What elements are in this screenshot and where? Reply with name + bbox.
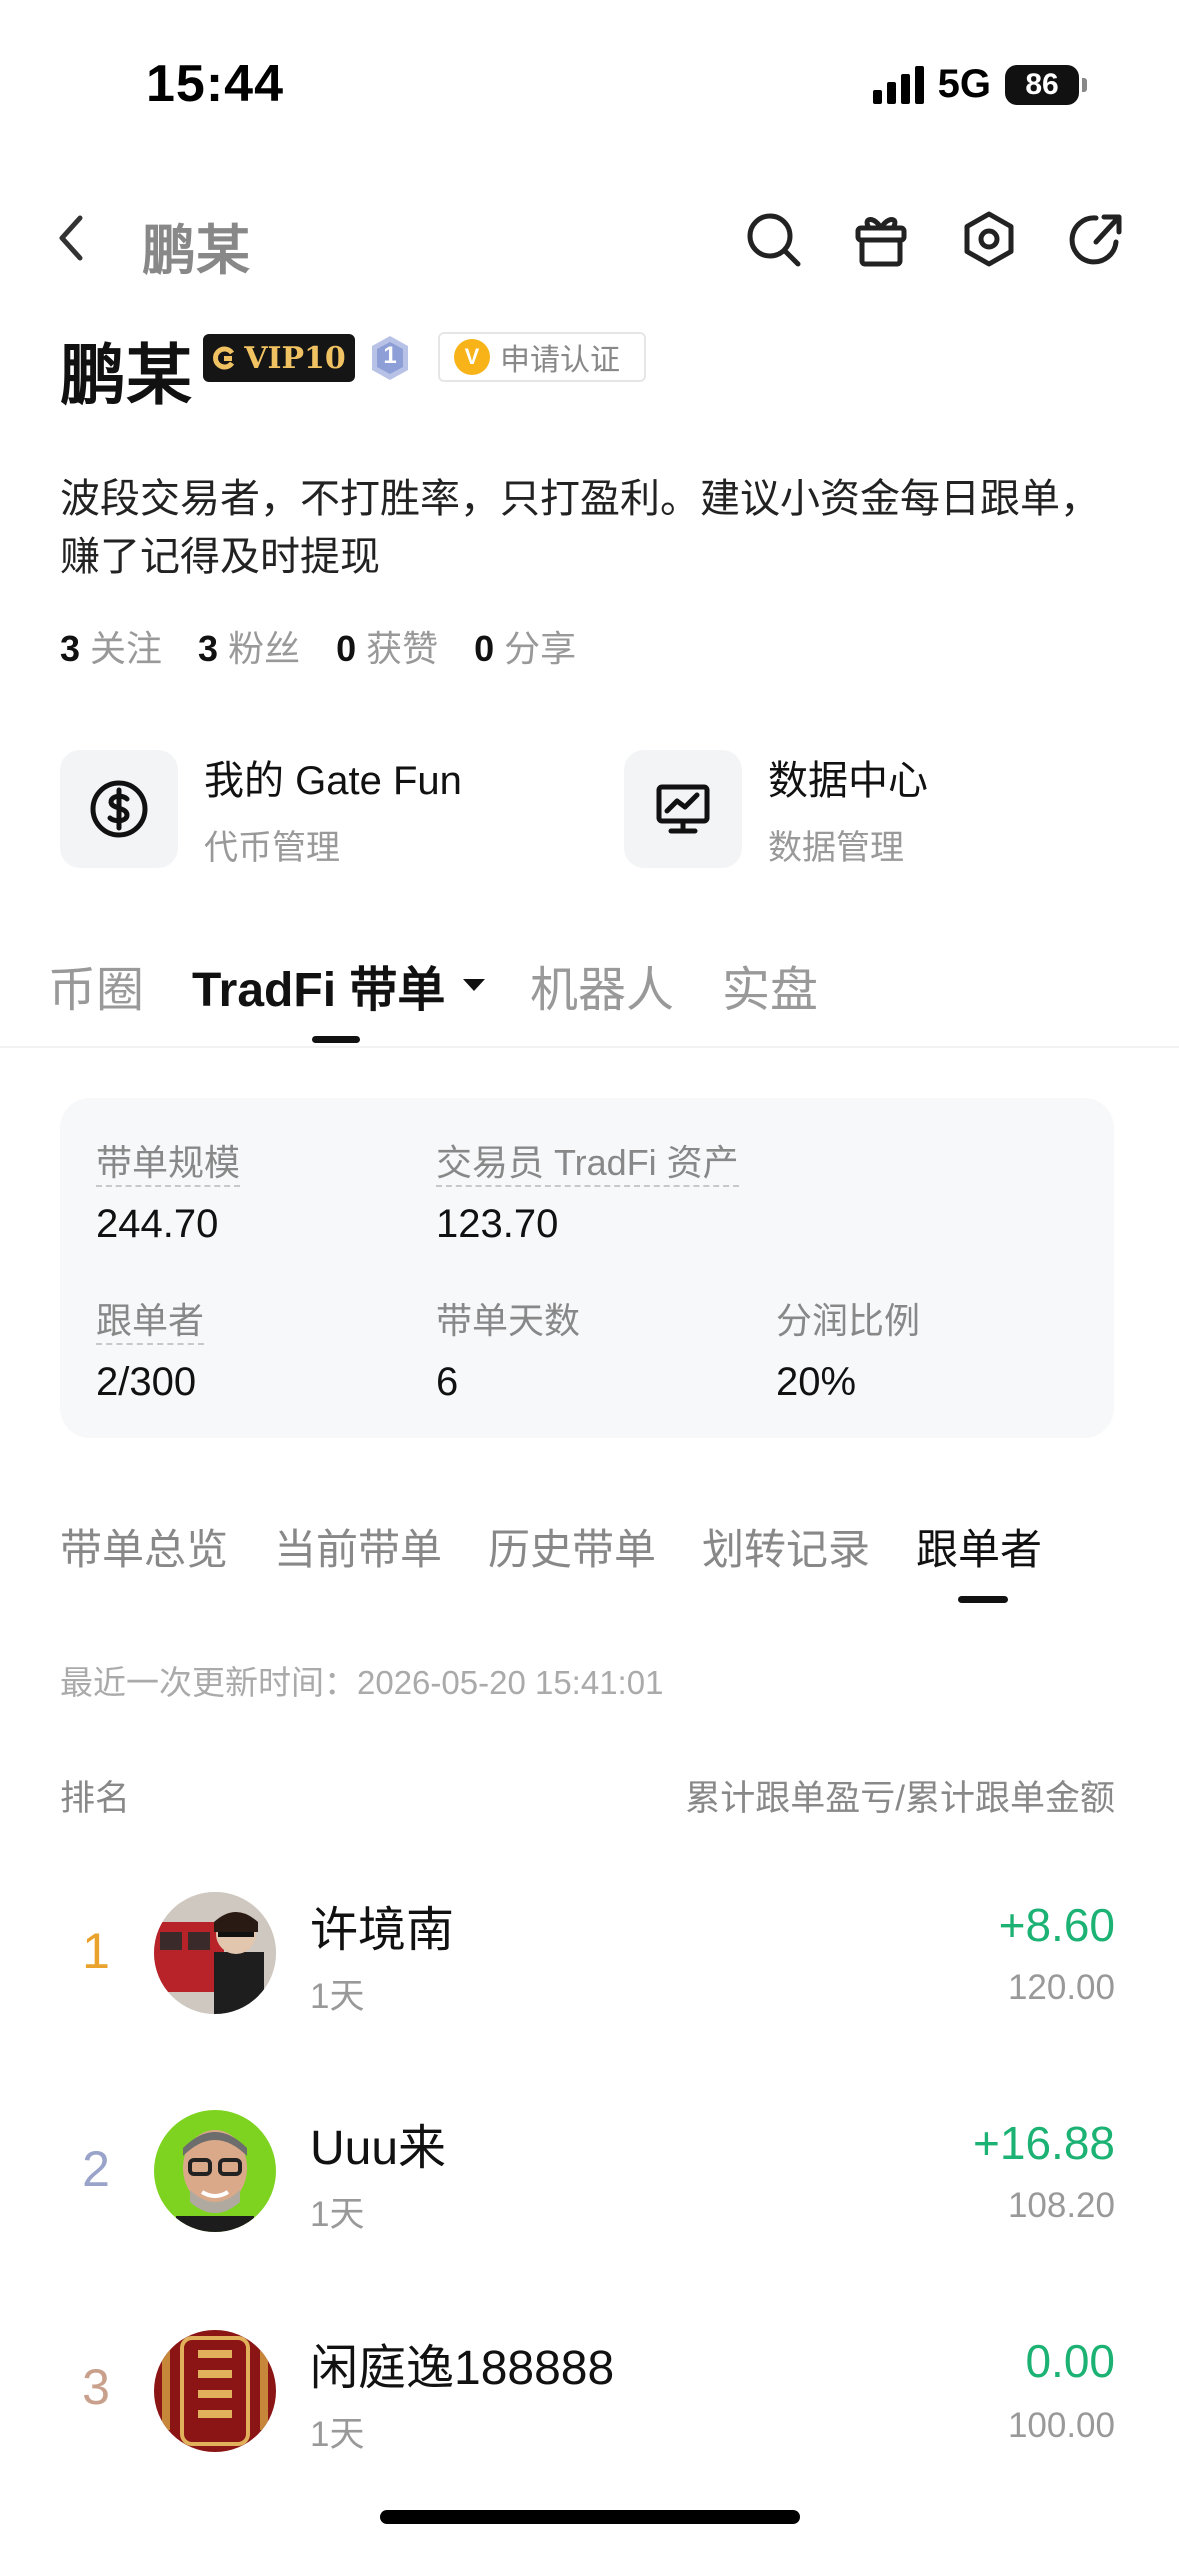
update-time: 最近一次更新时间：2026-05-20 15:41:01	[60, 1664, 664, 1701]
vip-logo-icon	[213, 346, 235, 370]
card-subtitle: 数据管理	[768, 829, 904, 867]
avatar[interactable]	[154, 1892, 276, 2014]
stat-followers[interactable]: 3 粉丝	[198, 620, 300, 672]
follower-amount: 108.20	[1007, 2186, 1115, 2225]
home-indicator[interactable]	[380, 2510, 800, 2524]
data-center-card[interactable]: 数据中心 数据管理	[624, 748, 928, 869]
stat-following[interactable]: 3 关注	[60, 620, 162, 672]
tab-tradfi-label: TradFi 带单	[192, 964, 446, 1017]
subtab-history[interactable]: 历史带单	[488, 1516, 656, 1577]
subtab-overview[interactable]: 带单总览	[60, 1516, 228, 1577]
stat-shares[interactable]: 0 分享	[474, 620, 576, 672]
vip-label: VIP10	[244, 340, 346, 376]
active-subtab-indicator	[958, 1596, 1008, 1603]
tab-live[interactable]: 实盘	[722, 950, 818, 1020]
apply-verify-button[interactable]: V 申请认证	[438, 332, 646, 382]
network-label: 5G	[937, 62, 991, 106]
subtab-transfers[interactable]: 划转记录	[702, 1516, 870, 1577]
subtab-followers[interactable]: 跟单者	[916, 1516, 1042, 1577]
profit-share-value: 20%	[776, 1360, 857, 1404]
search-icon[interactable]	[742, 208, 804, 270]
follower-amount: 120.00	[1007, 1968, 1115, 2007]
caret-down-icon	[463, 979, 486, 991]
tab-tradfi[interactable]: TradFi 带单	[192, 950, 487, 1020]
follower-days: 1天	[310, 1977, 365, 2016]
back-icon[interactable]	[50, 210, 94, 266]
status-indicators: 5G 86	[872, 62, 1087, 107]
battery-level: 86	[1025, 67, 1059, 101]
days-label: 带单天数	[436, 1300, 581, 1341]
divider	[0, 1046, 1179, 1048]
follower-amount: 100.00	[1007, 2406, 1115, 2445]
summary-panel: 带单规模 244.70 交易员 TradFi 资产 123.70 跟单者 2/3…	[60, 1098, 1114, 1438]
follower-pnl: +8.60	[998, 1899, 1115, 1951]
rank-number: 3	[82, 2359, 110, 2415]
profile-bio: 波段交易者，不打胜率，只打盈利。建议小资金每日跟单，赚了记得及时提现	[60, 477, 1100, 579]
profit-share-label: 分润比例	[776, 1300, 921, 1341]
profile-name: 鹏某	[60, 338, 192, 412]
gift-icon[interactable]	[850, 208, 912, 270]
follower-name: 闲庭逸188888	[310, 2342, 615, 2395]
avatar[interactable]	[154, 2330, 276, 2452]
follower-name: Uuu来	[310, 2122, 447, 2175]
level-number: 1	[383, 342, 397, 369]
scale-label[interactable]: 带单规模	[96, 1142, 241, 1187]
monitor-chart-icon	[624, 749, 742, 868]
assets-label[interactable]: 交易员 TradFi 资产	[436, 1142, 739, 1187]
verified-v-icon: V	[454, 339, 490, 375]
status-time: 15:44	[146, 55, 284, 113]
follower-days: 1天	[310, 2415, 365, 2454]
card-subtitle: 代币管理	[204, 829, 340, 867]
follower-pnl: +16.88	[973, 2117, 1115, 2169]
level-badge[interactable]: 1	[368, 334, 412, 382]
card-title: 数据中心	[768, 759, 928, 803]
follower-days: 1天	[310, 2195, 365, 2234]
nav-title: 鹏某	[142, 221, 250, 281]
dollar-icon	[60, 749, 178, 868]
header-rank: 排名	[60, 1779, 131, 1818]
followers-value: 2/300	[96, 1360, 197, 1404]
stat-likes[interactable]: 0 获赞	[336, 620, 438, 672]
signal-icon	[872, 65, 924, 104]
battery-icon: 86	[1005, 64, 1087, 105]
scale-value: 244.70	[96, 1202, 219, 1246]
tab-bots[interactable]: 机器人	[530, 950, 674, 1020]
avatar[interactable]	[154, 2110, 276, 2232]
follower-pnl: 0.00	[1025, 2335, 1115, 2387]
rank-number: 1	[82, 1923, 110, 1979]
assets-value: 123.70	[436, 1202, 559, 1246]
active-tab-indicator	[312, 1036, 360, 1043]
header-pnl-amount: 累计跟单盈亏/累计跟单金额	[685, 1779, 1115, 1818]
follower-name: 许境南	[310, 1904, 455, 1957]
subtab-current[interactable]: 当前带单	[274, 1516, 442, 1577]
gate-fun-card[interactable]: 我的 Gate Fun 代币管理	[60, 748, 462, 869]
tab-crypto[interactable]: 币圈	[48, 950, 144, 1020]
profile-stats: 3 关注 3 粉丝 0 获赞 0 分享	[60, 620, 576, 672]
share-icon[interactable]	[1066, 208, 1128, 270]
settings-icon[interactable]	[958, 208, 1020, 270]
vip-badge[interactable]: VIP10	[203, 334, 355, 382]
card-title: 我的 Gate Fun	[204, 759, 462, 803]
verify-label: 申请认证	[500, 344, 620, 377]
rank-number: 2	[82, 2141, 110, 2197]
days-value: 6	[436, 1360, 459, 1404]
followers-label[interactable]: 跟单者	[96, 1300, 205, 1345]
